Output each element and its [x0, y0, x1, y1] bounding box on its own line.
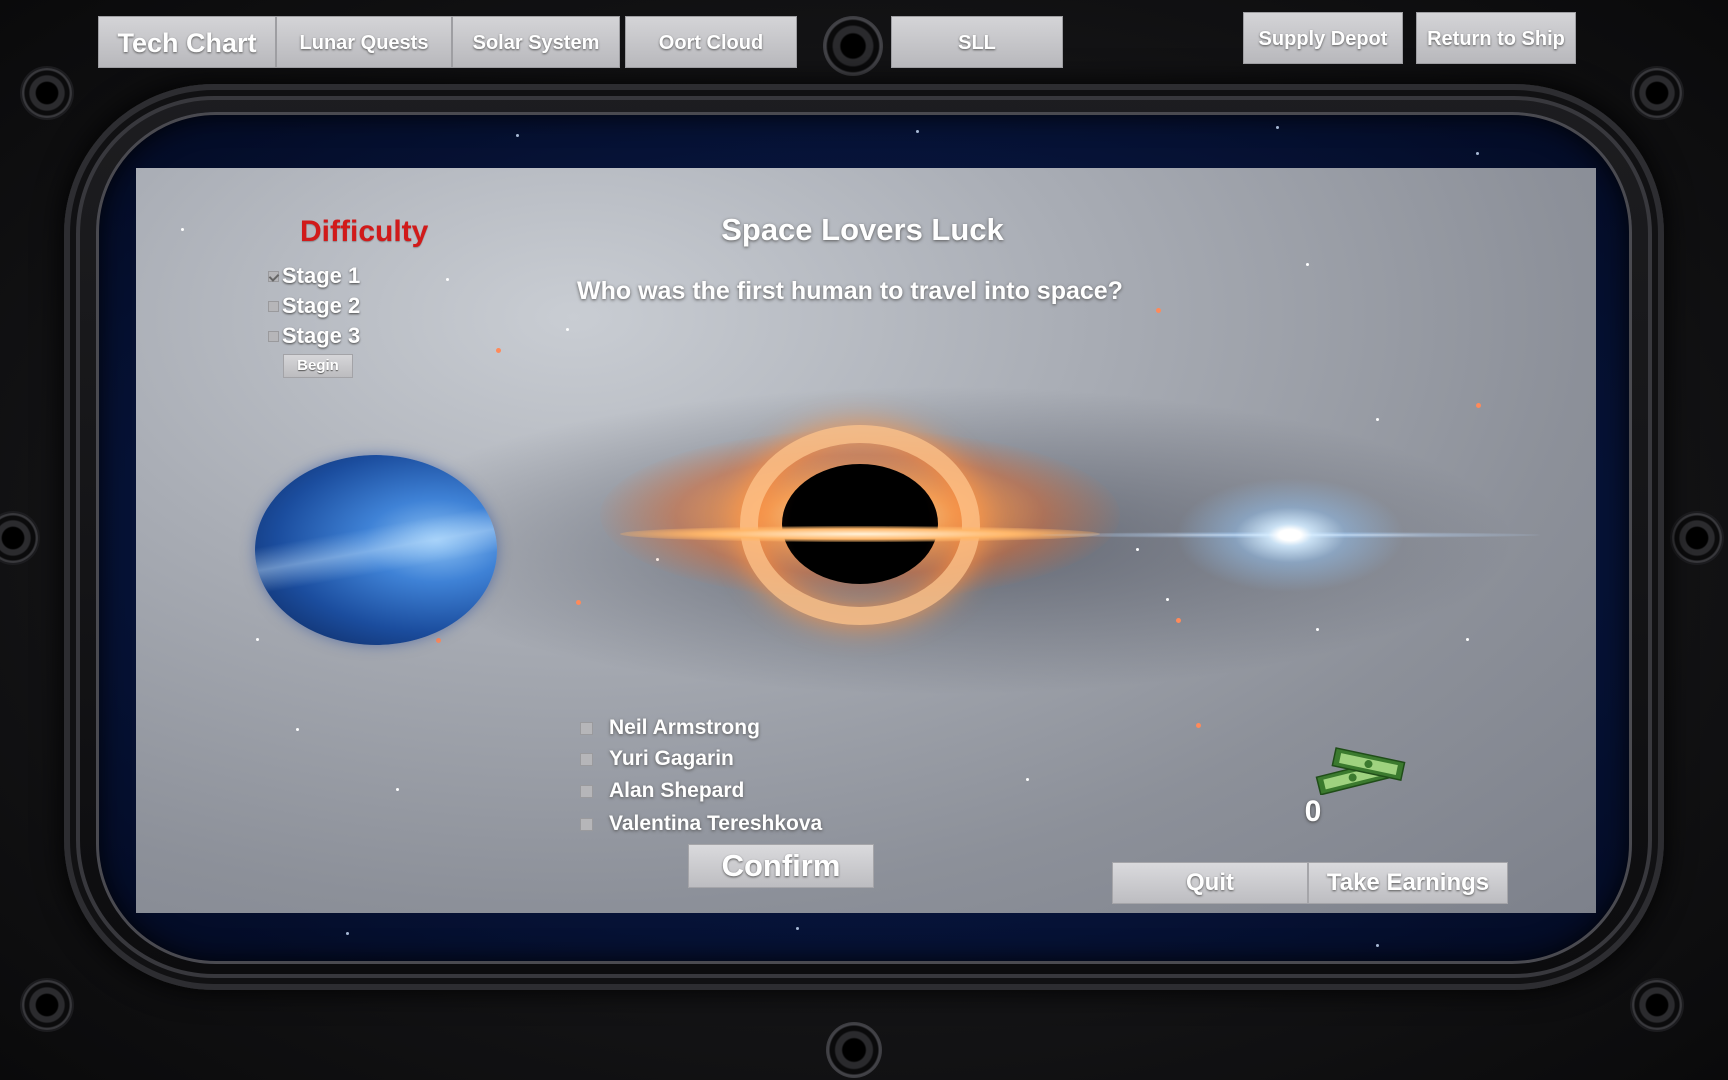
stage-1-checkbox[interactable] [268, 270, 279, 282]
nav-lunar-quests[interactable]: Lunar Quests [276, 16, 452, 68]
question-text: Who was the first human to travel into s… [577, 277, 1123, 305]
answer-option-4[interactable]: Valentina Tereshkova [580, 809, 822, 839]
difficulty-title: Difficulty [300, 215, 429, 248]
accretion-band [620, 526, 1100, 542]
stage-2-label: Stage 2 [282, 293, 361, 318]
answer-3-checkbox[interactable] [580, 784, 593, 798]
bright-star [1160, 470, 1420, 600]
answer-1-label: Neil Armstrong [609, 716, 760, 739]
game-title: Space Lovers Luck [721, 212, 1004, 247]
stage-2-option[interactable]: Stage 2 [268, 293, 360, 319]
stage-1-label: Stage 1 [282, 263, 361, 288]
nav-supply-depot[interactable]: Supply Depot [1243, 12, 1403, 64]
bolt-mid-right [1672, 513, 1722, 563]
answer-2-label: Yuri Gagarin [609, 747, 734, 770]
answer-3-label: Alan Shepard [609, 779, 745, 802]
answer-4-checkbox[interactable] [580, 817, 593, 831]
nav-solar-system[interactable]: Solar System [452, 16, 620, 68]
earnings-amount: 0 [1304, 795, 1322, 828]
stage-1-option[interactable]: Stage 1 [268, 263, 360, 289]
nav-return-to-ship[interactable]: Return to Ship [1416, 12, 1576, 64]
stage-3-label: Stage 3 [282, 323, 361, 348]
answer-option-3[interactable]: Alan Shepard [580, 776, 744, 806]
bolt-bottom-left [22, 980, 72, 1030]
bolt-top-left [22, 68, 72, 118]
nav-sll[interactable]: SLL [891, 16, 1063, 68]
stage-2-checkbox[interactable] [268, 300, 279, 312]
nav-tech-chart[interactable]: Tech Chart [98, 16, 276, 68]
nav-oort-cloud[interactable]: Oort Cloud [625, 16, 797, 68]
answer-1-checkbox[interactable] [580, 721, 593, 735]
answer-option-1[interactable]: Neil Armstrong [580, 713, 760, 743]
answer-2-checkbox[interactable] [580, 752, 593, 766]
bolt-top-right [1632, 68, 1682, 118]
take-earnings-button[interactable]: Take Earnings [1308, 862, 1508, 904]
answer-4-label: Valentina Tereshkova [609, 812, 823, 835]
camera-eye-top [823, 16, 883, 76]
stage-3-option[interactable]: Stage 3 [268, 323, 360, 349]
quit-button[interactable]: Quit [1112, 862, 1308, 904]
begin-button[interactable]: Begin [283, 354, 353, 378]
black-hole [782, 464, 938, 584]
bolt-bottom-right [1632, 980, 1682, 1030]
answer-option-2[interactable]: Yuri Gagarin [580, 744, 734, 774]
cash-stack-icon [1315, 747, 1406, 795]
stage-3-checkbox[interactable] [268, 330, 279, 342]
confirm-button[interactable]: Confirm [688, 844, 874, 888]
camera-eye-bottom [826, 1022, 882, 1078]
blue-planet [255, 455, 497, 645]
